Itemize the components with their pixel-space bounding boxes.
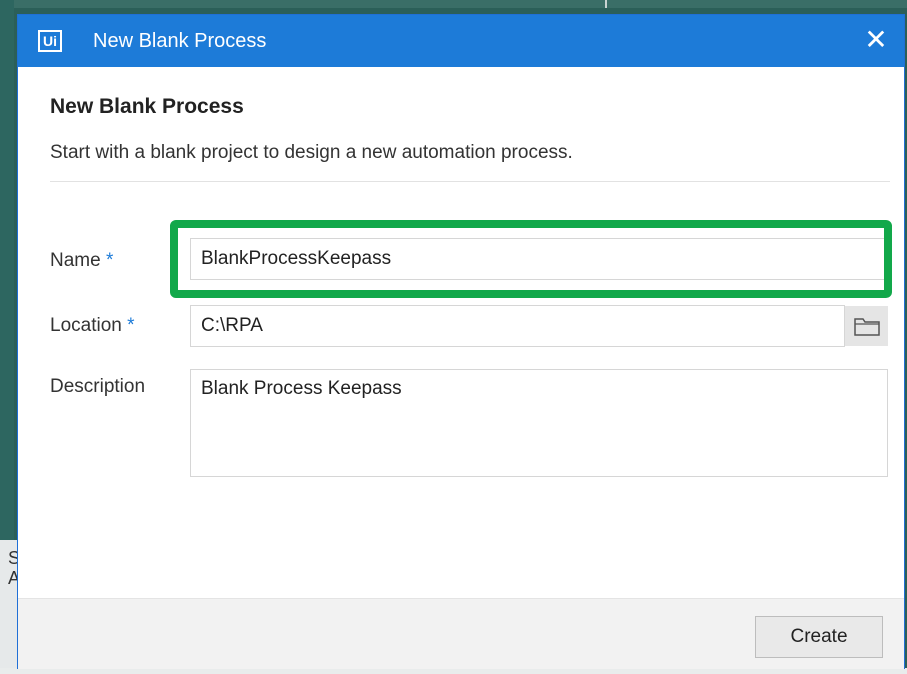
- browse-folder-button[interactable]: [844, 306, 888, 346]
- location-label: Location *: [50, 315, 135, 337]
- dialog-titlebar[interactable]: Ui New Blank Process ✕: [18, 15, 904, 67]
- uipath-logo-icon: Ui: [38, 30, 62, 52]
- background-divider: [605, 0, 607, 8]
- dialog-footer: Create: [18, 598, 904, 669]
- divider: [50, 181, 890, 182]
- description-input[interactable]: Blank Process Keepass: [190, 369, 888, 477]
- description-label: Description: [50, 376, 146, 397]
- background-window-top: [0, 0, 907, 8]
- name-label: Name *: [50, 250, 113, 272]
- name-input[interactable]: [190, 238, 888, 280]
- location-label-text: Location: [50, 315, 122, 336]
- location-input[interactable]: [190, 305, 845, 347]
- name-label-text: Name: [50, 250, 101, 271]
- required-mark: *: [105, 250, 114, 271]
- create-button[interactable]: Create: [755, 616, 883, 658]
- dialog-title: New Blank Process: [93, 30, 267, 52]
- required-mark: *: [127, 315, 135, 336]
- page-title: New Blank Process: [50, 95, 244, 118]
- page-subtitle: Start with a blank project to design a n…: [50, 142, 573, 163]
- new-blank-process-dialog: Ui New Blank Process ✕ New Blank Process…: [18, 15, 904, 669]
- close-icon[interactable]: ✕: [862, 26, 890, 55]
- folder-icon: [854, 318, 880, 336]
